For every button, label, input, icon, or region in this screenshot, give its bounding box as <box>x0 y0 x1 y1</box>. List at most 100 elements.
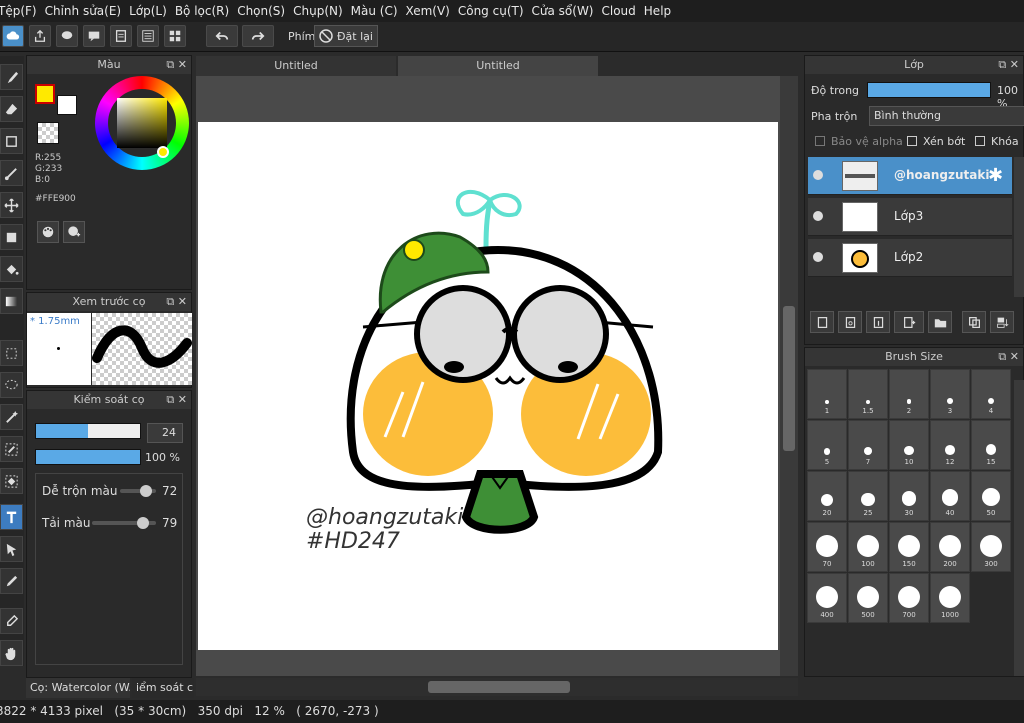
menu-layer[interactable]: Lớp(L) <box>129 4 175 18</box>
foreground-color-swatch[interactable] <box>35 84 55 104</box>
brush-size-cell[interactable]: 40 <box>930 471 970 521</box>
palette-button[interactable] <box>37 221 59 243</box>
new-folder-button[interactable] <box>928 311 952 333</box>
brush-size-cell[interactable]: 1000 <box>930 573 970 623</box>
share-button[interactable] <box>29 25 51 47</box>
menu-tools[interactable]: Công cụ(T) <box>458 4 532 18</box>
layer-row-lop3[interactable]: Lớp3 <box>808 198 1012 236</box>
hue-wheel[interactable] <box>95 76 189 170</box>
menu-help[interactable]: Help <box>644 4 679 18</box>
hand-tool[interactable] <box>0 640 23 666</box>
blend-slider[interactable] <box>120 485 156 497</box>
redo-button[interactable] <box>242 25 274 47</box>
merge-layer-button[interactable] <box>990 311 1014 333</box>
brush-size-scrollbar[interactable] <box>1014 380 1024 676</box>
panel-popout-icon[interactable]: ⧉ ✕ <box>998 348 1019 366</box>
brush-size-cell[interactable]: 150 <box>889 522 929 572</box>
chat-button[interactable] <box>83 25 105 47</box>
brush-size-cell[interactable]: 700 <box>889 573 929 623</box>
brush-size-cell[interactable]: 12 <box>930 420 970 470</box>
brush-size-cell[interactable]: 15 <box>971 420 1011 470</box>
brush-size-cell[interactable]: 100 <box>848 522 888 572</box>
brush-size-cell[interactable]: 20 <box>807 471 847 521</box>
pipette-tool[interactable] <box>0 608 23 634</box>
palette-add-button[interactable] <box>63 221 85 243</box>
load-slider-knob[interactable] <box>136 517 149 529</box>
brush-tool[interactable] <box>0 64 23 90</box>
brush-size-cell[interactable]: 4 <box>971 369 1011 419</box>
transparent-color-swatch[interactable] <box>37 122 59 144</box>
vertical-scroll-thumb[interactable] <box>783 306 795 451</box>
eraser-tool[interactable] <box>0 96 23 122</box>
brush-size-cell[interactable]: 2 <box>889 369 929 419</box>
brush-size-cell[interactable]: 10 <box>889 420 929 470</box>
bucket-tool[interactable] <box>0 256 23 282</box>
tab-brush-control[interactable]: iểm soát c <box>132 678 194 698</box>
layer-list-scrollbar[interactable] <box>1014 157 1024 297</box>
brush-size-cell[interactable]: 70 <box>807 522 847 572</box>
hue-picker-knob[interactable] <box>157 146 169 158</box>
panel-popout-icon[interactable]: ⧉ ✕ <box>998 56 1019 74</box>
brush-size-cell[interactable]: 1 <box>807 369 847 419</box>
select-pen-tool[interactable] <box>0 436 23 462</box>
line-tool[interactable] <box>0 160 23 186</box>
gradient-tool[interactable] <box>0 288 23 314</box>
magic-wand-tool[interactable] <box>0 404 23 430</box>
brush-size-cell[interactable]: 30 <box>889 471 929 521</box>
comment-button[interactable] <box>56 25 78 47</box>
menu-window[interactable]: Cửa sổ(W) <box>532 4 602 18</box>
saturation-value-square[interactable] <box>117 98 167 148</box>
operation-tool[interactable] <box>0 536 23 562</box>
brush-size-cell[interactable]: 5 <box>807 420 847 470</box>
new-layer-1bit-button[interactable] <box>866 311 890 333</box>
lock-checkbox[interactable] <box>975 136 985 146</box>
brush-size-cell[interactable]: 300 <box>971 522 1011 572</box>
list-button[interactable] <box>137 25 159 47</box>
brush-size-cell[interactable]: 50 <box>971 471 1011 521</box>
menu-capture[interactable]: Chụp(N) <box>293 4 351 18</box>
brush-size-cell[interactable]: 7 <box>848 420 888 470</box>
brush-size-cell[interactable]: 200 <box>930 522 970 572</box>
reset-button[interactable]: Đặt lại <box>314 25 378 47</box>
shape-tool[interactable] <box>0 128 23 154</box>
load-slider[interactable] <box>92 517 156 529</box>
new-layer-8bit-button[interactable] <box>838 311 862 333</box>
brush-size-value[interactable]: 24 <box>147 423 183 443</box>
select-eraser-tool[interactable] <box>0 468 23 494</box>
drawing-canvas[interactable]: @hoangzutaki #HD247 <box>198 122 778 650</box>
grid-button[interactable] <box>164 25 186 47</box>
menu-file[interactable]: Tệp(F) <box>0 4 45 18</box>
panel-popout-icon[interactable]: ⧉ ✕ <box>166 56 187 74</box>
horizontal-scrollbar[interactable] <box>196 678 798 696</box>
text-tool[interactable] <box>0 504 23 530</box>
lasso-tool[interactable] <box>0 372 23 398</box>
brush-size-cell[interactable]: 400 <box>807 573 847 623</box>
layer-row-lop2[interactable]: Lớp2 <box>808 239 1012 277</box>
layer-blend-select[interactable]: Bình thường <box>869 106 1024 126</box>
menu-color[interactable]: Màu (C) <box>351 4 406 18</box>
brush-size-cell[interactable]: 3 <box>930 369 970 419</box>
background-color-swatch[interactable] <box>57 95 77 115</box>
undo-button[interactable] <box>206 25 238 47</box>
tab-untitled-2[interactable]: Untitled <box>398 56 598 76</box>
tab-brush-name[interactable]: Cọ: Watercolor (W... <box>26 678 130 698</box>
new-layer-button[interactable] <box>810 311 834 333</box>
panel-popout-icon[interactable]: ⧉ ✕ <box>166 391 187 409</box>
protect-alpha-checkbox[interactable] <box>815 136 825 146</box>
tab-untitled-1[interactable]: Untitled <box>196 56 396 76</box>
blend-slider-knob[interactable] <box>139 485 152 497</box>
clipping-checkbox[interactable] <box>907 136 917 146</box>
vertical-scrollbar[interactable] <box>780 76 798 676</box>
layer-row-watermark[interactable]: @hoangzutaki ✱ <box>808 157 1012 195</box>
rect-select-tool[interactable] <box>0 340 23 366</box>
horizontal-scroll-thumb[interactable] <box>428 681 570 693</box>
document-button[interactable] <box>110 25 132 47</box>
layer-visibility-toggle[interactable] <box>813 211 823 221</box>
brush-size-cell[interactable]: 1.5 <box>848 369 888 419</box>
brush-size-slider[interactable] <box>35 423 141 439</box>
menu-edit[interactable]: Chỉnh sửa(E) <box>45 4 130 18</box>
move-tool[interactable] <box>0 192 23 218</box>
layer-visibility-toggle[interactable] <box>813 170 823 180</box>
add-layer-dropdown-button[interactable] <box>894 311 924 333</box>
cloud-button[interactable] <box>2 25 24 47</box>
